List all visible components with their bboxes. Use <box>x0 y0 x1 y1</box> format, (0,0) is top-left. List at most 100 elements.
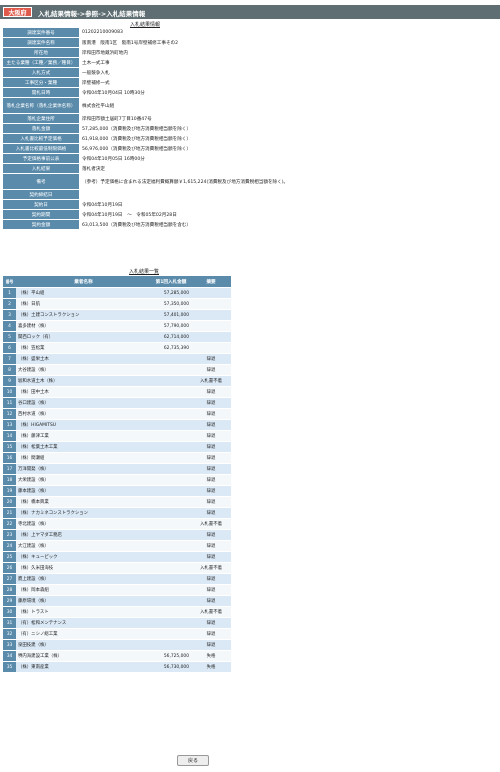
table-row: 29 藤原環境（株） 辞退 <box>3 596 231 606</box>
bid-remark: 辞退 <box>191 486 231 496</box>
bid-price: 56,730,000 <box>151 662 191 672</box>
table-row: 19 藤本建設（株） 辞退 <box>3 486 231 496</box>
bid-remark: 辞退 <box>191 420 231 430</box>
info-label: 契約日 <box>3 200 79 209</box>
bid-number: 8 <box>3 365 16 375</box>
bidder-name: 藤原環境（株） <box>16 596 151 606</box>
bid-number: 2 <box>3 299 16 309</box>
info-value: 令和04年10月19日 ～ 令和05年02月28日 <box>79 210 356 219</box>
bid-remark: 辞退 <box>191 530 231 540</box>
bid-result-info-table: 調達案件番号 01202210009083 調達案件名称 阪南港 阪南1区 阪南1号岸… <box>3 27 356 230</box>
bidder-name: 鷹上建設（株） <box>16 574 151 584</box>
bid-number: 19 <box>3 486 16 496</box>
info-value: 一般競争入札 <box>79 68 356 77</box>
bid-remark <box>191 310 231 320</box>
bidder-name: （株）盛栄土木 <box>16 354 151 364</box>
bid-price <box>151 640 191 650</box>
info-label: 落札企業住所 <box>3 114 79 123</box>
table-row: 31 （有）松和メンテナンス 辞退 <box>3 618 231 628</box>
bid-remark: 辞退 <box>191 541 231 551</box>
info-value: （参考）予定価格に含まれる法定福利費概算額￥1,615,224(消費税及び地方消… <box>79 174 356 189</box>
bidder-name: （株）橋本興業 <box>16 497 151 507</box>
bidder-name: 寺北建設（株） <box>16 519 151 529</box>
table-row: 25 （株）キューピック 辞退 <box>3 552 231 562</box>
info-label: 契約締結日 <box>3 190 79 199</box>
bidder-name: （株）松葉土木工業 <box>16 442 151 452</box>
bidder-name: （株）HIGAMITSU <box>16 420 151 430</box>
bid-remark: 辞退 <box>191 508 231 518</box>
info-label: 開札日時 <box>3 88 79 97</box>
bid-price <box>151 431 191 441</box>
info-label: 落札金額 <box>3 124 79 133</box>
bidder-name: 大栄建設（株） <box>16 475 151 485</box>
bid-price <box>151 585 191 595</box>
bid-remark: 辞退 <box>191 497 231 507</box>
bid-price <box>151 497 191 507</box>
table-row: 26 （株）久米田海技 入札書不着 <box>3 563 231 573</box>
bid-price <box>151 629 191 639</box>
info-row: 入札結果 落札者決定 <box>3 164 356 173</box>
bidder-name: 泉田技建（株） <box>16 640 151 650</box>
bidder-name: 大谷建設（株） <box>16 365 151 375</box>
info-value: 岸和田市地蔵浜町地内 <box>79 48 356 57</box>
info-row: 備考 （参考）予定価格に含まれる法定福利費概算額￥1,615,224(消費税及び地… <box>3 174 356 189</box>
table-row: 5 関西ロック（有） 62,714,000 <box>3 332 231 342</box>
bid-remark: 辞退 <box>191 409 231 419</box>
table-row: 1 （株）平山組 57,285,000 <box>3 288 231 298</box>
table-row: 2 （株）日航 57,350,000 <box>3 299 231 309</box>
bidder-name: （株）田中土木 <box>16 387 151 397</box>
bid-number: 14 <box>3 431 16 441</box>
bidder-name: 堺内海建設工業（株） <box>16 651 151 661</box>
info-value: 令和04年10月19日 <box>79 200 356 209</box>
breadcrumb: 入札結果情報->参照->入札結果情報 <box>38 10 146 18</box>
bidder-name: 大江建設（株） <box>16 541 151 551</box>
bid-remark: 辞退 <box>191 442 231 452</box>
table-row: 20 （株）橋本興業 辞退 <box>3 497 231 507</box>
bid-list-title: 入札結果一覧 <box>129 269 160 275</box>
info-value: 56,976,000（消費税及び地方消費税相当額を除く） <box>79 144 356 153</box>
bid-price <box>151 574 191 584</box>
table-row: 32 （有）ニシノ総工業 辞退 <box>3 629 231 639</box>
bidder-name: （株）平山組 <box>16 288 151 298</box>
table-row: 23 （株）上ヤマダ工務店 辞退 <box>3 530 231 540</box>
bid-price <box>151 519 191 529</box>
bidder-name: （株）ナカミネコンストラクション <box>16 508 151 518</box>
bid-number: 1 <box>3 288 16 298</box>
bidder-name: （株）藤津工業 <box>16 431 151 441</box>
bid-number: 15 <box>3 442 16 452</box>
bid-number: 20 <box>3 497 16 507</box>
bidder-name: （株）岡本森組 <box>16 585 151 595</box>
back-button[interactable]: 戻る <box>177 755 209 766</box>
bid-price <box>151 508 191 518</box>
bid-price <box>151 552 191 562</box>
bid-price: 57,401,000 <box>151 310 191 320</box>
bidder-name: 坂和水道土木（株） <box>16 376 151 386</box>
bid-remark: 失格 <box>191 662 231 672</box>
table-row: 30 （株）トラスト 入札書不着 <box>3 607 231 617</box>
bid-remark: 辞退 <box>191 398 231 408</box>
info-value <box>79 190 356 199</box>
bid-price <box>151 376 191 386</box>
table-row: 16 （株）間瀬組 辞退 <box>3 453 231 463</box>
bid-number: 5 <box>3 332 16 342</box>
info-label: 調達案件名称 <box>3 38 79 47</box>
bid-remark: 辞退 <box>191 640 231 650</box>
prefecture-badge: 大阪府 <box>3 7 32 17</box>
bid-number: 9 <box>3 376 16 386</box>
info-label: 工事区分・業種 <box>3 78 79 87</box>
info-value: 63,013,500（消費税及び地方消費税相当額を含む） <box>79 220 356 229</box>
table-row: 21 （株）ナカミネコンストラクション 辞退 <box>3 508 231 518</box>
table-row: 11 谷口建設（株） 辞退 <box>3 398 231 408</box>
bid-price <box>151 464 191 474</box>
bid-price: 57,285,000 <box>151 288 191 298</box>
bid-remark: 辞退 <box>191 552 231 562</box>
bid-number: 34 <box>3 651 16 661</box>
bid-list-table: 番号 業者名称 第1回入札金額 摘要 1 （株）平山組 57,285,000 2 （株）… <box>3 275 231 673</box>
bid-number: 35 <box>3 662 16 672</box>
header-bar: 大阪府 入札結果情報->参照->入札結果情報 <box>0 5 500 19</box>
bid-number: 17 <box>3 464 16 474</box>
bid-price: 62,714,000 <box>151 332 191 342</box>
bidder-name: 谷口建設（株） <box>16 398 151 408</box>
bid-number: 31 <box>3 618 16 628</box>
bid-price <box>151 398 191 408</box>
